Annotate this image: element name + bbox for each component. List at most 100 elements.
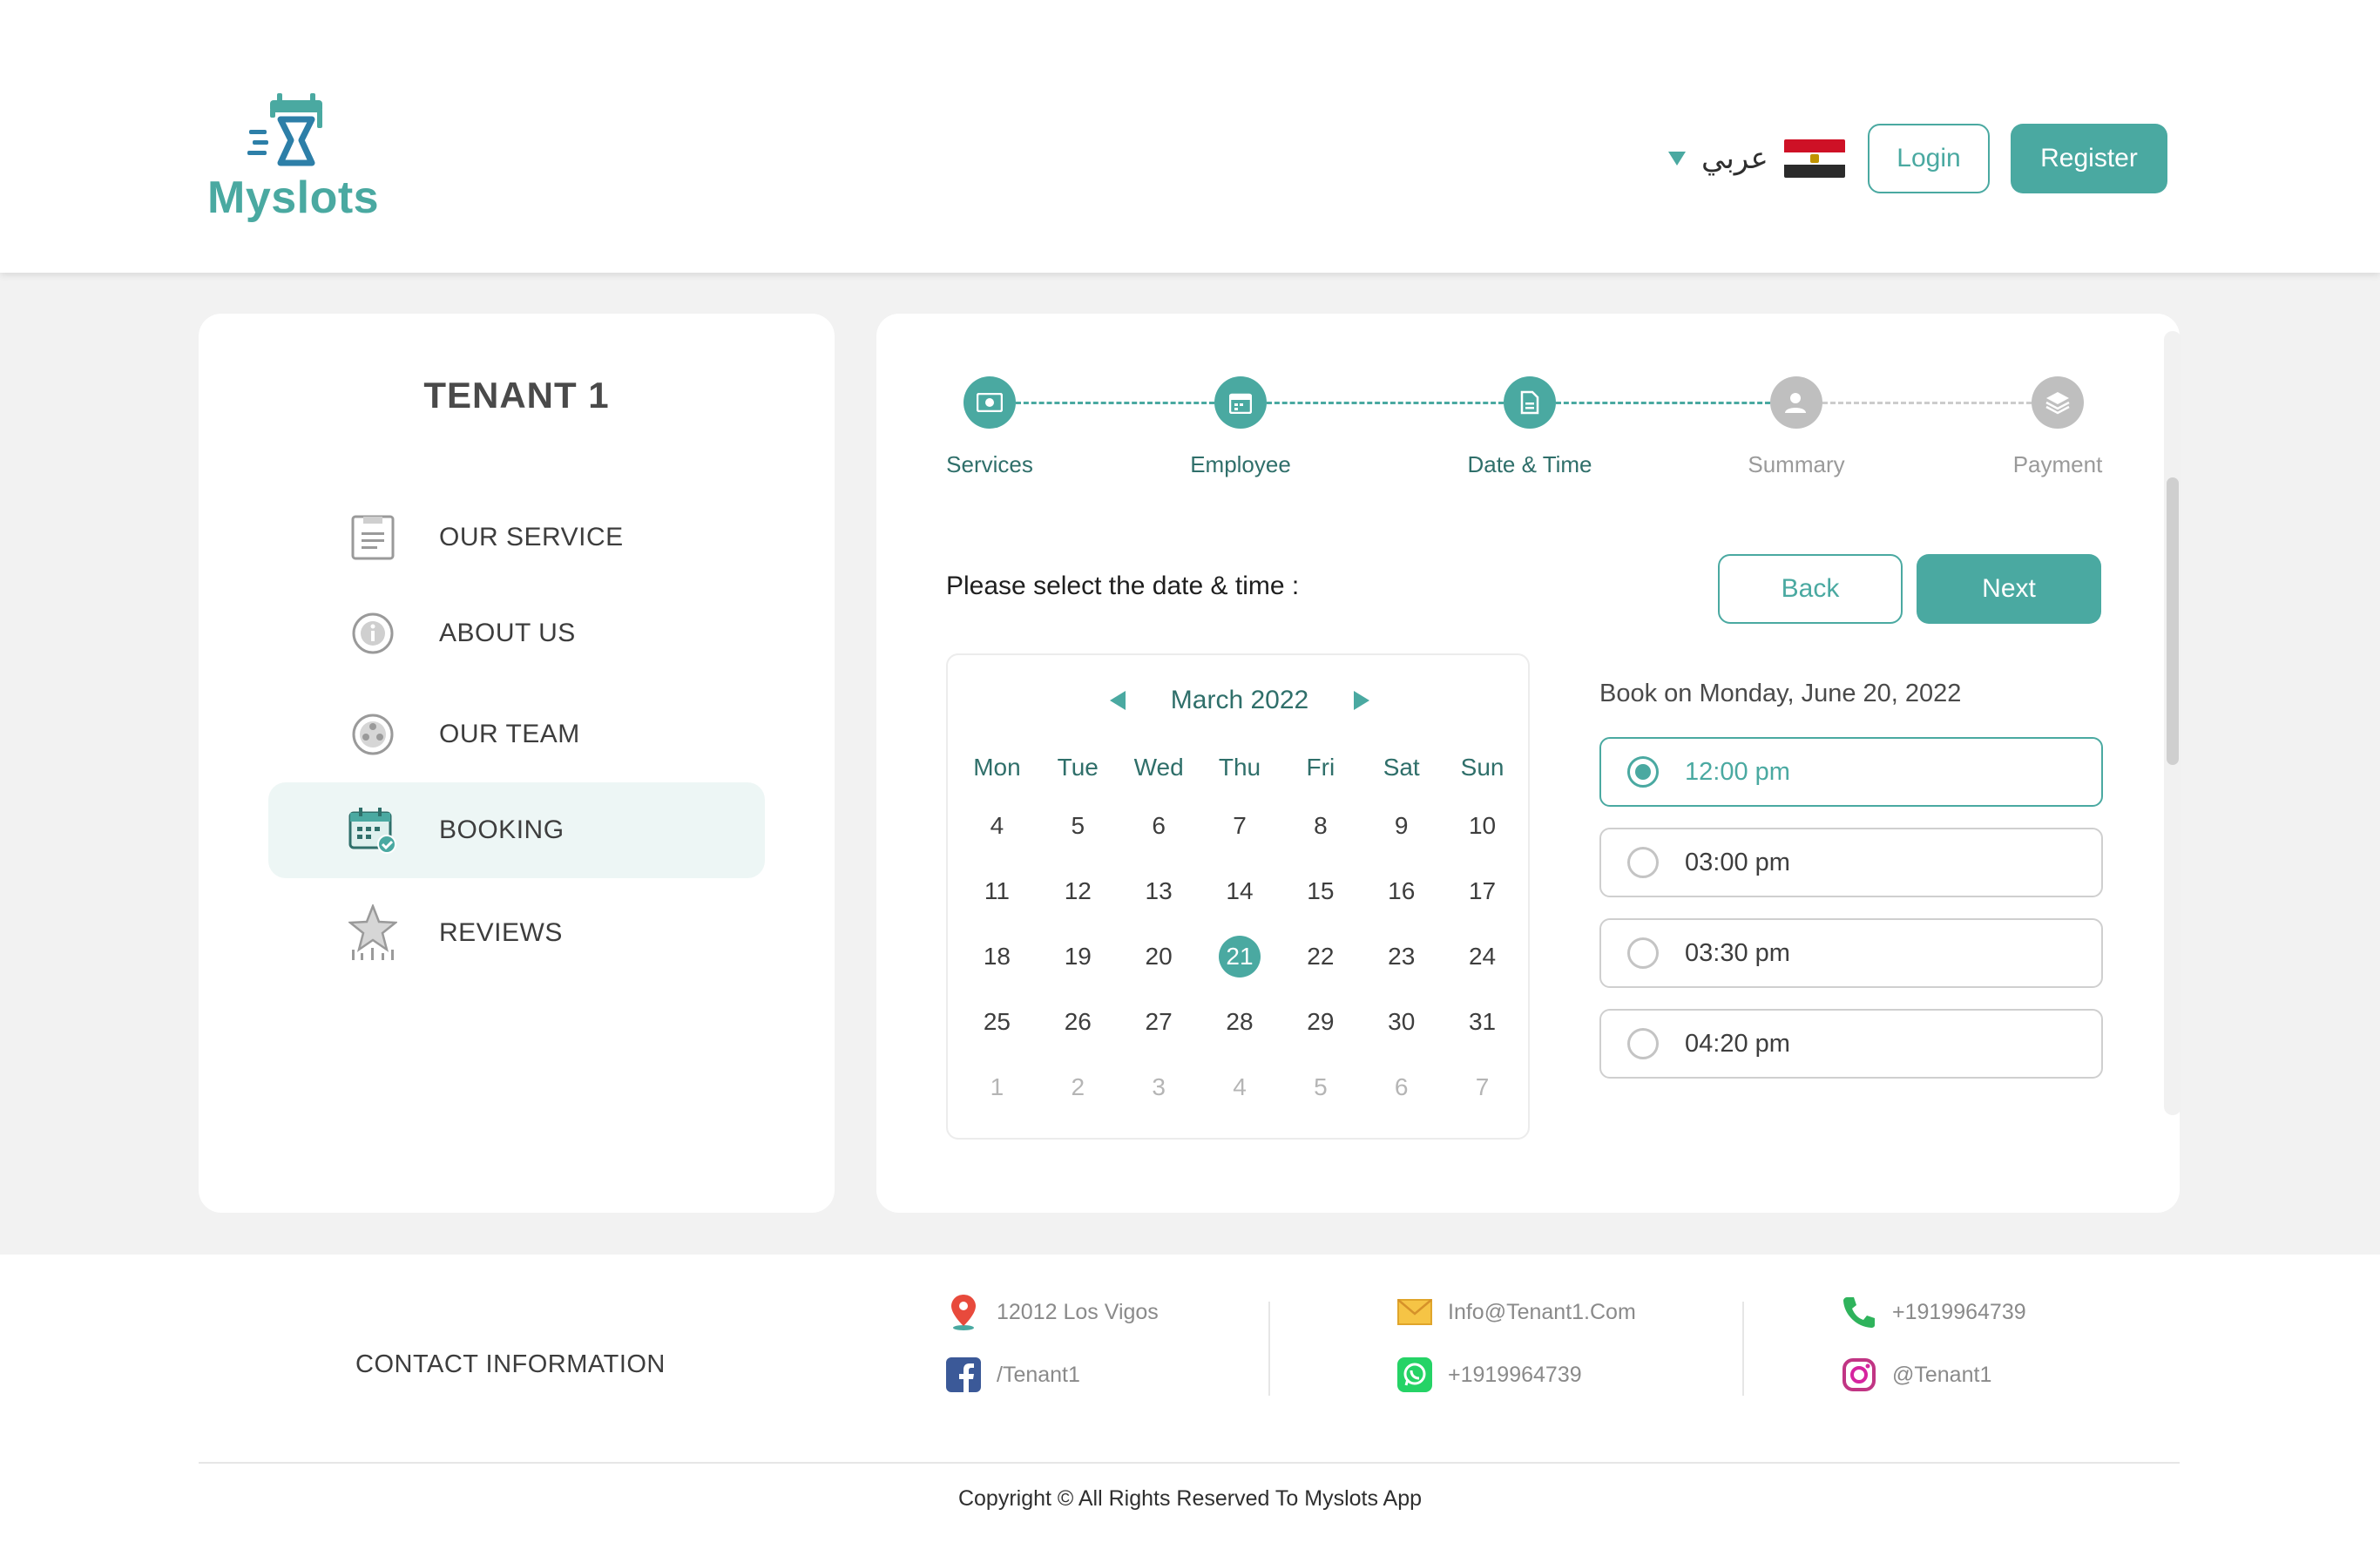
calendar-day-number: 30 [1388, 1007, 1416, 1035]
calendar-day[interactable]: 28 [1200, 989, 1281, 1054]
time-slot-option[interactable]: 12:00 pm [1599, 737, 2103, 807]
sidebar-item-booking[interactable]: BOOKING [268, 782, 765, 878]
calendar-day[interactable]: 12 [1038, 858, 1119, 923]
info-icon [348, 609, 397, 658]
calendar-day-number: 31 [1468, 1007, 1497, 1035]
sidebar-item-our-service[interactable]: OUR SERVICE [268, 490, 765, 585]
next-button[interactable]: Next [1917, 554, 2101, 624]
calendar-day[interactable]: 24 [1442, 923, 1523, 989]
time-slot-label: 12:00 pm [1685, 757, 1790, 786]
scrollbar-thumb[interactable] [2167, 477, 2179, 765]
calendar-day[interactable]: 22 [1280, 923, 1361, 989]
egypt-flag-icon [1783, 139, 1845, 178]
calendar-day[interactable]: 23 [1361, 923, 1442, 989]
calendar-day-number: 14 [1226, 876, 1254, 904]
calendar-day-number: 20 [1145, 942, 1173, 970]
register-button[interactable]: Register [2011, 124, 2167, 193]
time-slot-option[interactable]: 04:20 pm [1599, 1009, 2103, 1079]
calendar-day[interactable]: 9 [1361, 793, 1442, 858]
calendar-day[interactable]: 29 [1280, 989, 1361, 1054]
page-footer: CONTACT INFORMATION 12012 Los Vigos /Ten… [0, 1255, 2380, 1556]
facebook-icon [946, 1356, 981, 1394]
calendar-day[interactable]: 1 [957, 1054, 1038, 1120]
calendar-day[interactable]: 20 [1119, 923, 1200, 989]
calendar-day-number: 29 [1307, 1007, 1335, 1035]
instagram-icon [1842, 1356, 1876, 1394]
step-payment-icon[interactable] [2032, 376, 2084, 429]
calendar-day[interactable]: 18 [957, 923, 1038, 989]
calendar-day[interactable]: 14 [1200, 858, 1281, 923]
calendar-day-selected[interactable]: 21 [1200, 923, 1281, 989]
calendar-day-number: 9 [1394, 811, 1409, 839]
calendar-day[interactable]: 6 [1361, 1054, 1442, 1120]
step-services-icon[interactable] [963, 376, 1016, 429]
sidebar-item-reviews[interactable]: REVIEWS [268, 885, 765, 981]
instagram-item[interactable]: @Tenant1 [1842, 1356, 1991, 1394]
phone-item[interactable]: +1919964739 [1842, 1293, 2026, 1331]
calendar-day[interactable]: 5 [1280, 1054, 1361, 1120]
calendar-day[interactable]: 25 [957, 989, 1038, 1054]
calendar-day[interactable]: 13 [1119, 858, 1200, 923]
calendar-day[interactable]: 4 [1200, 1054, 1281, 1120]
calendar-day[interactable]: 3 [1119, 1054, 1200, 1120]
radio-button[interactable] [1627, 937, 1659, 969]
sidebar-item-about-us[interactable]: ABOUT US [268, 585, 765, 681]
step-date-time-icon[interactable] [1504, 376, 1556, 429]
clipboard-icon [348, 513, 397, 562]
radio-button[interactable] [1627, 1028, 1659, 1059]
login-button[interactable]: Login [1868, 124, 1990, 193]
stepper-connector [1822, 402, 2032, 404]
calendar-day[interactable]: 30 [1361, 989, 1442, 1054]
language-selector[interactable]: عربي [1668, 139, 1845, 178]
radio-button[interactable] [1627, 847, 1659, 878]
calendar-day[interactable]: 16 [1361, 858, 1442, 923]
next-month-icon[interactable] [1354, 691, 1370, 710]
time-slot-option[interactable]: 03:30 pm [1599, 918, 2103, 988]
sidebar-item-our-team[interactable]: OUR TEAM [268, 687, 765, 782]
radio-button[interactable] [1627, 756, 1659, 788]
weekday-header: Sun [1460, 754, 1504, 781]
calendar-day[interactable]: 31 [1442, 989, 1523, 1054]
calendar-day[interactable]: 10 [1442, 793, 1523, 858]
facebook-item[interactable]: /Tenant1 [946, 1356, 1080, 1394]
calendar-day[interactable]: 11 [957, 858, 1038, 923]
calendar-day-number: 22 [1307, 942, 1335, 970]
email-item[interactable]: Info@Tenant1.Com [1397, 1293, 1636, 1331]
calendar-day[interactable]: 27 [1119, 989, 1200, 1054]
calendar-day-number: 1 [990, 1072, 1004, 1100]
calendar-day[interactable]: 8 [1280, 793, 1361, 858]
calendar-day[interactable]: 17 [1442, 858, 1523, 923]
instagram-text: @Tenant1 [1892, 1362, 1992, 1387]
calendar-day[interactable]: 6 [1119, 793, 1200, 858]
time-slot-label: 03:00 pm [1685, 848, 1790, 876]
calendar-day[interactable]: 2 [1038, 1054, 1119, 1120]
time-slot-option[interactable]: 03:00 pm [1599, 828, 2103, 897]
language-label: عربي [1701, 142, 1768, 175]
calendar-day[interactable]: 5 [1038, 793, 1119, 858]
whatsapp-item[interactable]: +1919964739 [1397, 1356, 1582, 1394]
calendar-day-number: 24 [1468, 942, 1497, 970]
step-summary-icon[interactable] [1770, 376, 1822, 429]
calendar-day[interactable]: 7 [1442, 1054, 1523, 1120]
stepper-connector [1267, 402, 1504, 404]
step-label-payment: Payment [2012, 451, 2103, 477]
sidebar-item-label: BOOKING [439, 815, 565, 844]
previous-month-icon[interactable] [1109, 691, 1126, 710]
myslots-logo[interactable]: Myslots [207, 91, 382, 231]
calendar-day[interactable]: 15 [1280, 858, 1361, 923]
back-button[interactable]: Back [1718, 554, 1903, 624]
stepper-connector [1016, 402, 1214, 404]
step-employee-icon[interactable] [1214, 376, 1267, 429]
calendar-day-number: 7 [1233, 811, 1247, 839]
copyright-text: Copyright © All Rights Reserved To Myslo… [957, 1486, 1423, 1511]
phone-icon [1842, 1293, 1876, 1331]
calendar-day-number: 12 [1064, 876, 1092, 904]
booking-date-label: Book on Monday, June 20, 2022 [1599, 680, 1962, 707]
calendar-day[interactable]: 4 [957, 793, 1038, 858]
sidebar-item-label: REVIEWS [439, 918, 563, 947]
calendar-day[interactable]: 7 [1200, 793, 1281, 858]
top-header: Myslots عربي Login Register [0, 0, 2380, 273]
step-label-services: Services [946, 451, 1033, 477]
calendar-day[interactable]: 19 [1038, 923, 1119, 989]
calendar-day[interactable]: 26 [1038, 989, 1119, 1054]
